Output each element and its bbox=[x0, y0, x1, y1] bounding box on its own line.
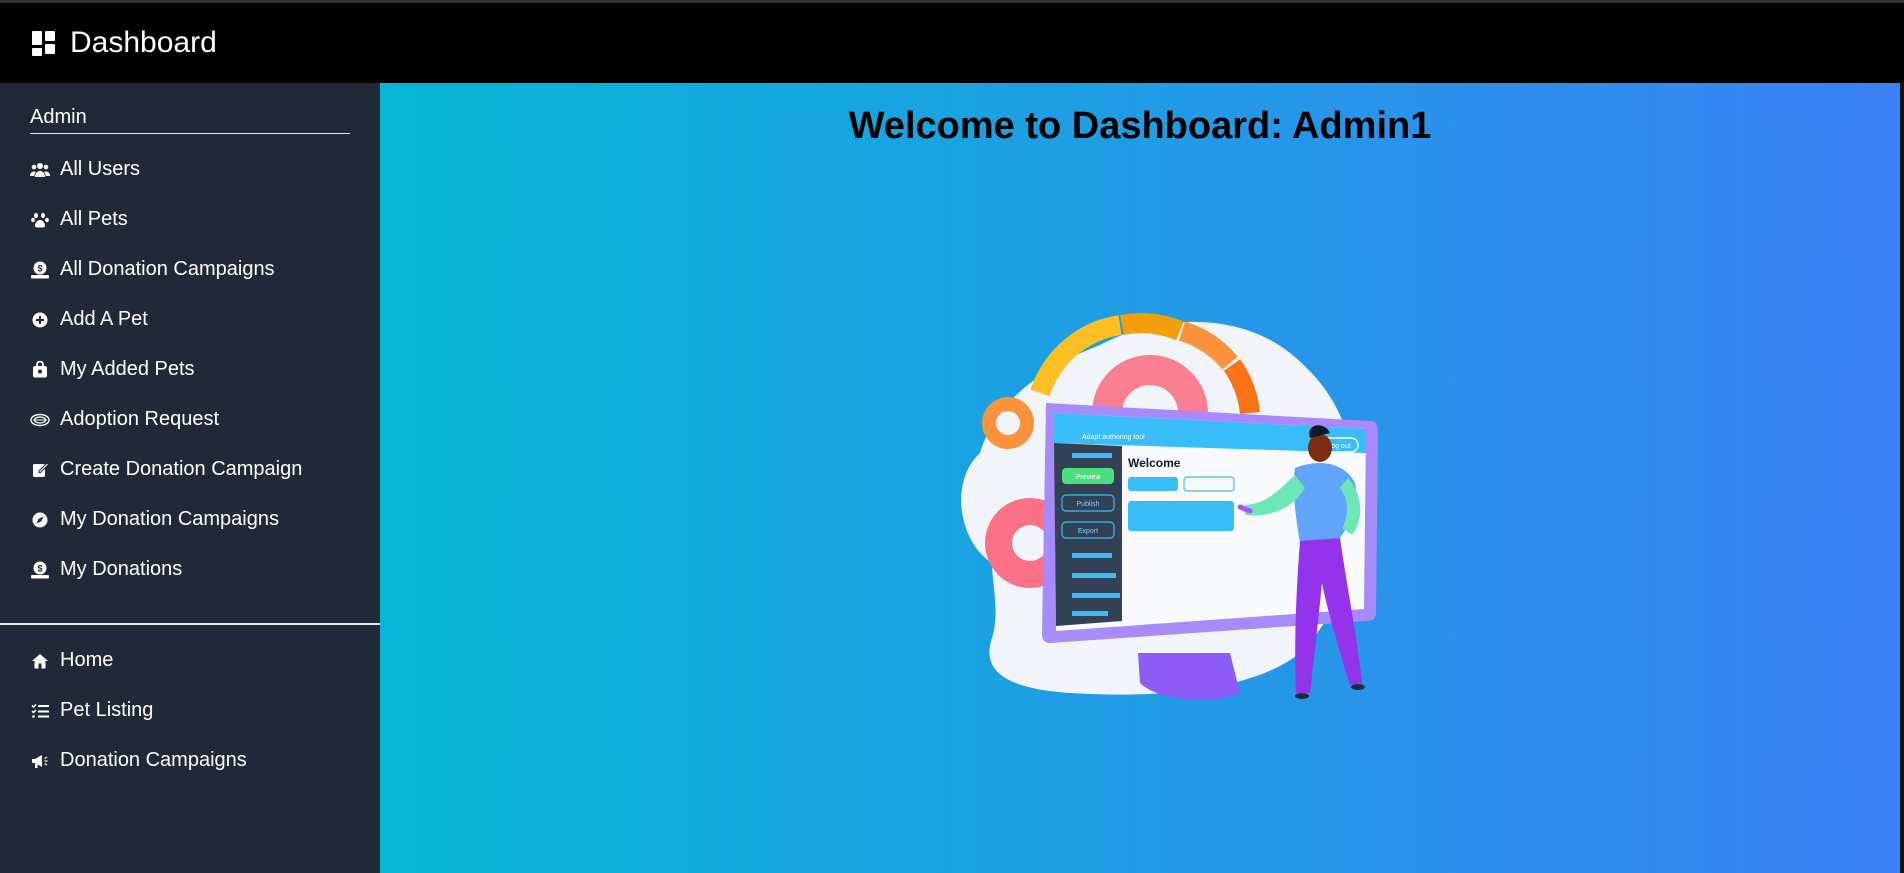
top-bar: Dashboard bbox=[0, 0, 1904, 83]
sidebar-section-title: Admin bbox=[30, 106, 350, 134]
sidebar-item-label: All Donation Campaigns bbox=[60, 258, 275, 280]
sidebar-item-label: Create Donation Campaign bbox=[60, 458, 303, 480]
sidebar-item-donation-campaigns[interactable]: Donation Campaigns bbox=[30, 749, 247, 772]
list-check-icon bbox=[30, 701, 50, 721]
sidebar-item-adoption-request[interactable]: Adoption Request bbox=[30, 408, 219, 431]
edit-icon bbox=[30, 460, 50, 480]
sidebar-item-my-donations[interactable]: $ My Donations bbox=[30, 558, 182, 581]
home-icon bbox=[30, 651, 50, 671]
sidebar-item-create-donation-campaign[interactable]: Create Donation Campaign bbox=[30, 458, 302, 481]
sidebar-item-pet-listing[interactable]: Pet Listing bbox=[30, 699, 153, 722]
orange-gear-small bbox=[982, 397, 1034, 449]
sidebar-item-add-a-pet[interactable]: Add A Pet bbox=[30, 308, 148, 331]
window-edge bbox=[1900, 83, 1904, 873]
sidebar-item-label: All Pets bbox=[60, 208, 128, 230]
megaphone-icon bbox=[30, 751, 50, 771]
donation-icon: $ bbox=[30, 560, 50, 580]
svg-text:$: $ bbox=[37, 263, 42, 273]
request-icon bbox=[30, 410, 50, 430]
sidebar-item-label: Home bbox=[60, 649, 114, 671]
bag-icon bbox=[30, 360, 50, 380]
sidebar-item-label: My Donations bbox=[60, 558, 183, 580]
svg-text:Welcome: Welcome bbox=[1128, 456, 1181, 470]
app-title: Dashboard bbox=[70, 26, 217, 59]
sidebar-item-my-donation-campaigns[interactable]: My Donation Campaigns bbox=[30, 508, 279, 531]
sidebar-item-all-pets[interactable]: All Pets bbox=[30, 208, 128, 231]
dashboard-icon bbox=[32, 30, 57, 56]
plus-circle-icon bbox=[30, 310, 50, 330]
svg-text:Preview: Preview bbox=[1076, 474, 1102, 481]
sidebar-item-label: Pet Listing bbox=[60, 699, 154, 721]
sidebar-item-label: Adoption Request bbox=[60, 408, 220, 430]
sidebar-item-all-donation-campaigns[interactable]: $ All Donation Campaigns bbox=[30, 258, 275, 281]
users-icon bbox=[30, 160, 50, 180]
welcome-illustration: Adapt authoring tool Log out Preview Pub… bbox=[961, 313, 1378, 700]
sidebar-item-all-users[interactable]: All Users bbox=[30, 158, 140, 181]
svg-text:$: $ bbox=[37, 563, 42, 573]
sidebar-divider bbox=[0, 623, 380, 625]
svg-text:Publish: Publish bbox=[1077, 501, 1100, 508]
page-title: Welcome to Dashboard: Admin1 bbox=[848, 105, 1432, 147]
compass-icon bbox=[30, 510, 50, 530]
sidebar-item-label: All Users bbox=[60, 158, 141, 180]
sidebar-item-label: Add A Pet bbox=[60, 308, 148, 330]
sidebar-item-my-added-pets[interactable]: My Added Pets bbox=[30, 358, 195, 381]
paw-icon bbox=[30, 210, 50, 230]
sidebar: Admin All Users All Pets $ All Donation … bbox=[0, 83, 380, 873]
svg-text:Adapt authoring tool: Adapt authoring tool bbox=[1082, 434, 1145, 441]
sidebar-item-home[interactable]: Home bbox=[30, 649, 113, 672]
sidebar-item-label: My Added Pets bbox=[60, 358, 195, 380]
donation-icon: $ bbox=[30, 260, 50, 280]
main-content: Welcome to Dashboard: Admin1 Adapt autho… bbox=[380, 83, 1900, 873]
sidebar-item-label: Donation Campaigns bbox=[60, 749, 247, 771]
svg-text:Export: Export bbox=[1078, 528, 1098, 535]
sidebar-item-label: My Donation Campaigns bbox=[60, 508, 279, 530]
